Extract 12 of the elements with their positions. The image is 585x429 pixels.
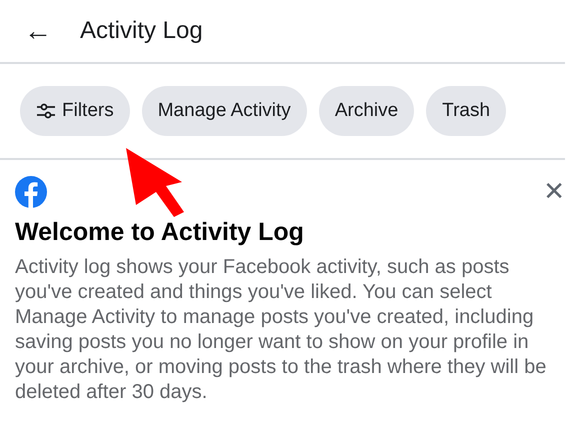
card-title: Welcome to Activity Log <box>15 218 305 247</box>
back-button[interactable]: ← <box>24 17 52 45</box>
sliders-icon <box>36 103 56 119</box>
filter-chip[interactable]: Filters <box>20 86 130 136</box>
annotation-arrow <box>126 148 184 217</box>
card-description: Activity log shows your Facebook activity, such as posts you've created and things you've liked. You can select Manage Activity to manage posts you've created, including saving posts you no longer want to show on your profile in your archive, or moving posts to the trash where they will be deleted after 30 days. <box>15 255 548 405</box>
facebook-logo-icon <box>15 176 47 208</box>
close-button[interactable]: ✕ <box>543 179 565 205</box>
filter-chip[interactable]: Archive <box>318 86 414 136</box>
filter-chip[interactable]: Manage Activity <box>142 86 307 136</box>
page-title: Activity Log <box>80 17 203 45</box>
filter-chip[interactable]: Trash <box>426 86 506 136</box>
